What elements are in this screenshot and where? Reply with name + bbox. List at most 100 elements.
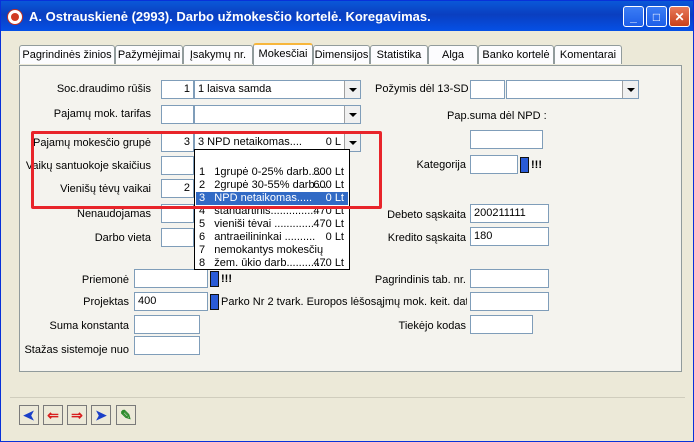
option-text: NPD netaikomas..... (214, 192, 313, 204)
suma-konstanta-input[interactable] (134, 315, 200, 334)
kategorija-warning-mark: !!! (531, 159, 542, 171)
nenaudojamas-label: Nenaudojamas (77, 208, 151, 220)
nenaudojamas-input[interactable] (161, 204, 194, 223)
dropdown-option[interactable]: 8 žem. ūkio darb............. 470 Lt (196, 257, 348, 270)
option-text: žem. ūkio darb............. (214, 257, 327, 269)
pajamu-mokescio-grupe-label: Pajamų mokesčio grupė (32, 137, 151, 149)
dropdown-option[interactable]: 4 standartinis............... 470 Lt (196, 205, 348, 218)
stazas-sistemoje-nuo-input[interactable] (134, 336, 200, 355)
previous-record-icon[interactable]: ⇐ (43, 405, 63, 425)
debeto-saskaita-input[interactable]: 200211111 (470, 204, 549, 223)
tab-statistika[interactable]: Statistika (370, 45, 428, 64)
chevron-down-icon[interactable] (622, 81, 638, 98)
pajamu-mokescio-grupe-code-input[interactable]: 3 (161, 133, 194, 152)
option-number: 4 (199, 205, 206, 217)
chevron-down-icon[interactable] (344, 81, 360, 98)
soc-draudimo-rusis-select[interactable]: 1 laisva samda (194, 80, 361, 99)
pap-suma-npd-label: Pap.suma dėl NPD : (447, 110, 547, 122)
kategorija-lookup-button[interactable] (520, 157, 529, 173)
option-text: antraeilininkai .......... (214, 231, 316, 243)
option-number: 1 (199, 166, 206, 178)
option-amount: 0 Lt (325, 231, 344, 243)
option-amount: 600 Lt (313, 179, 344, 191)
projektas-input[interactable]: 400 (134, 292, 208, 311)
tiekejo-kodas-label: Tiekėjo kodas (398, 320, 466, 332)
window: A. Ostrauskienė (2993). Darbo užmokesčio… (0, 0, 694, 442)
tab-komentarai[interactable]: Komentarai (554, 45, 622, 64)
option-text: vieniši tėvai ............. (214, 218, 314, 230)
pajamu-mok-tarifas-code-input[interactable] (161, 105, 194, 124)
vienisu-tevu-vaikai-label: Vienišų tėvų vaikai (60, 183, 151, 195)
option-amount: 470 Lt (313, 218, 344, 230)
tiekejo-kodas-input[interactable] (470, 315, 533, 334)
projektas-description: Parko Nr 2 tvark. Europos lėšosąjmų mok.… (221, 296, 467, 308)
soc-draudimo-rusis-code-input[interactable]: 1 (161, 80, 194, 99)
option-amount: 0 Lt (325, 192, 344, 204)
dropdown-option[interactable]: 2 2grupė 30-55% darb.... 600 Lt (196, 179, 348, 192)
tab-isakymu-nr[interactable]: Įsakymų nr. (183, 45, 253, 64)
pajamu-mok-tarifas-select[interactable] (194, 105, 361, 124)
pozymis-13sd-label: Požymis dėl 13-SD (375, 83, 469, 95)
minimize-button[interactable]: _ (623, 6, 644, 27)
priemone-input[interactable] (134, 269, 208, 288)
tab-pagrindines-zinios[interactable]: Pagrindinės žinios (19, 45, 115, 64)
pagrindinis-tab-nr-input[interactable] (470, 269, 549, 288)
option-number: 2 (199, 179, 206, 191)
tab-mokesciai[interactable]: Mokesčiai (253, 43, 313, 65)
tab-banko-kortele[interactable]: Banko kortelė (478, 45, 554, 64)
tab-alga[interactable]: Alga (428, 45, 478, 64)
soc-draudimo-rusis-value: 1 laisva samda (198, 83, 272, 95)
pozymis-13sd-select[interactable] (506, 80, 639, 99)
next-record-icon[interactable]: ⇒ (67, 405, 87, 425)
tab-dimensijos[interactable]: Dimensijos (313, 45, 370, 64)
option-number: 6 (199, 231, 206, 243)
debeto-saskaita-label: Debeto sąskaita (387, 209, 466, 221)
pagrindinis-tab-nr-label: Pagrindinis tab. nr. (374, 274, 466, 286)
dropdown-option[interactable]: 1 1grupė 0-25% darb..... 800 Lt (196, 166, 348, 179)
option-amount: 470 Lt (313, 257, 344, 269)
tab-pazymejimai[interactable]: Pažymėjimai (115, 45, 183, 64)
option-amount: 800 Lt (313, 166, 344, 178)
projektas-lookup-button[interactable] (210, 294, 219, 310)
vienisu-tevu-vaikai-input[interactable]: 2 (161, 179, 194, 198)
dropdown-option[interactable]: 7 nemokantys mokesčių (196, 244, 348, 257)
pajamu-mok-tarifas-label: Pajamų mok. tarifas (53, 108, 151, 120)
option-number: 3 (199, 192, 206, 204)
stazas-sistemoje-nuo-label: Stažas sistemoje nuo (24, 344, 129, 356)
option-text: standartinis............... (214, 205, 317, 217)
pozymis-13sd-code-input[interactable] (470, 80, 505, 99)
chevron-down-icon[interactable] (344, 106, 360, 123)
darbo-vieta-label: Darbo vieta (94, 232, 151, 244)
kategorija-label: Kategorija (416, 159, 466, 171)
first-record-icon[interactable]: ➤ (19, 405, 39, 425)
priemone-lookup-button[interactable] (210, 271, 219, 287)
suma-konstanta-label: Suma konstanta (49, 320, 130, 332)
vaiku-santuokoje-skaicius-input[interactable] (161, 156, 194, 175)
option-number: 5 (199, 218, 206, 230)
darbo-vieta-input[interactable] (161, 228, 194, 247)
kredito-saskaita-input[interactable]: 180 (470, 227, 549, 246)
option-text: nemokantys mokesčių (214, 244, 324, 256)
option-text: 2grupė 30-55% darb.... (214, 179, 327, 191)
window-title: A. Ostrauskienė (2993). Darbo užmokesčio… (29, 9, 431, 24)
projektas-label: Projektas (83, 296, 129, 308)
projektas-date-input[interactable] (470, 292, 549, 311)
pap-suma-npd-input[interactable] (470, 130, 543, 149)
dropdown-option-selected[interactable]: 3 NPD netaikomas..... 0 Lt (196, 192, 348, 205)
option-amount: 470 Lt (313, 205, 344, 217)
soc-draudimo-rusis-label: Soc.draudimo rūšis (56, 83, 151, 95)
app-icon (7, 9, 23, 25)
bottom-toolbar (10, 397, 685, 434)
close-button[interactable]: ✕ (669, 6, 690, 27)
edit-icon[interactable]: ✎ (116, 405, 136, 425)
option-number: 7 (199, 244, 206, 256)
option-text: 1grupė 0-25% darb..... (214, 166, 324, 178)
income-tax-group-dropdown[interactable]: 1 1grupė 0-25% darb..... 800 Lt 2 2grupė … (194, 149, 350, 270)
maximize-button[interactable]: □ (646, 6, 667, 27)
dropdown-option[interactable]: 5 vieniši tėvai ............. 470 Lt (196, 218, 348, 231)
dropdown-option[interactable]: 6 antraeilininkai .......... 0 Lt (196, 231, 348, 244)
option-number: 8 (199, 257, 206, 269)
title-bar[interactable]: A. Ostrauskienė (2993). Darbo užmokesčio… (1, 1, 693, 31)
kategorija-input[interactable] (470, 155, 518, 174)
last-record-icon[interactable]: ➤ (91, 405, 111, 425)
